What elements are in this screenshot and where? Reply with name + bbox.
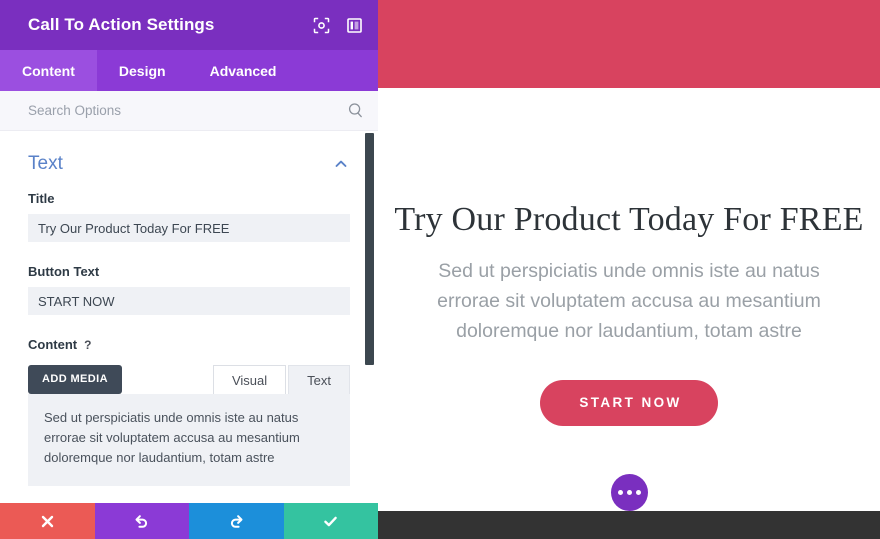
editor-tab-text[interactable]: Text bbox=[288, 365, 350, 394]
add-media-button[interactable]: ADD MEDIA bbox=[28, 365, 122, 394]
button-text-field-label: Button Text bbox=[28, 264, 350, 279]
settings-action-bar bbox=[0, 503, 378, 539]
content-label-text: Content bbox=[28, 337, 78, 352]
save-button[interactable] bbox=[283, 503, 378, 539]
close-icon bbox=[41, 515, 53, 527]
tab-advanced-label: Advanced bbox=[209, 62, 277, 79]
layout-panel-icon[interactable] bbox=[345, 16, 364, 35]
ellipsis-icon bbox=[635, 490, 641, 495]
editor-tab-visual[interactable]: Visual bbox=[212, 365, 287, 394]
fullscreen-icon[interactable] bbox=[312, 16, 331, 35]
settings-scrollbar-thumb[interactable] bbox=[365, 133, 374, 365]
module-options-fab[interactable] bbox=[610, 474, 648, 511]
button-text-label-text: Button Text bbox=[28, 264, 100, 279]
preview-body-text: Sed ut perspiciatis unde omnis iste au n… bbox=[437, 260, 821, 342]
settings-body: Text Title Button Text Content ? bbox=[0, 131, 378, 503]
search-bar bbox=[0, 91, 378, 131]
panel-header: Call To Action Settings bbox=[0, 0, 378, 50]
chevron-up-icon[interactable] bbox=[332, 155, 350, 173]
close-button[interactable] bbox=[0, 503, 95, 539]
content-editor-textarea[interactable]: Sed ut perspiciatis unde omnis iste au n… bbox=[28, 394, 350, 486]
preview-panel: Try Our Product Today For FREE Sed ut pe… bbox=[378, 0, 880, 539]
text-section-header[interactable]: Text bbox=[28, 131, 350, 191]
redo-icon bbox=[230, 514, 243, 528]
page-title: Call To Action Settings bbox=[28, 15, 215, 34]
title-label-text: Title bbox=[28, 191, 55, 206]
search-icon[interactable] bbox=[346, 102, 364, 120]
title-field-label: Title bbox=[28, 191, 350, 206]
check-icon bbox=[324, 516, 338, 526]
ellipsis-icon bbox=[617, 490, 623, 495]
settings-scrollbar[interactable] bbox=[365, 133, 374, 501]
tab-content-label: Content bbox=[22, 62, 75, 79]
undo-icon bbox=[135, 514, 148, 528]
divi-module-settings-screen: Call To Action Settings Content Design A… bbox=[0, 0, 880, 539]
button-text-input[interactable] bbox=[28, 287, 350, 315]
cta-module-preview: Try Our Product Today For FREE Sed ut pe… bbox=[378, 88, 880, 511]
editor-toolbar-row: ADD MEDIA Visual Text bbox=[28, 360, 350, 394]
undo-button[interactable] bbox=[94, 503, 189, 539]
search-input[interactable] bbox=[28, 103, 346, 118]
content-field-block: Content ? ADD MEDIA Visual Text Sed ut p… bbox=[28, 337, 350, 486]
section-title-text: Text bbox=[28, 153, 63, 174]
preview-top-banner bbox=[378, 0, 880, 88]
content-field-label: Content ? bbox=[28, 337, 350, 352]
settings-panel: Call To Action Settings Content Design A… bbox=[0, 0, 378, 539]
header-icon-group bbox=[312, 16, 364, 35]
preview-bottom-bar bbox=[378, 511, 880, 539]
help-icon[interactable]: ? bbox=[84, 339, 91, 351]
preview-cta-button[interactable]: START NOW bbox=[540, 380, 718, 426]
tab-content[interactable]: Content bbox=[0, 50, 97, 91]
title-input[interactable] bbox=[28, 214, 350, 242]
tab-design-label: Design bbox=[118, 62, 166, 79]
editor-mode-tabs: Visual Text bbox=[212, 365, 350, 394]
preview-heading: Try Our Product Today For FREE bbox=[394, 201, 864, 238]
tab-design[interactable]: Design bbox=[97, 50, 188, 91]
ellipsis-icon bbox=[626, 490, 632, 495]
redo-button[interactable] bbox=[189, 503, 284, 539]
tab-advanced[interactable]: Advanced bbox=[188, 50, 299, 91]
settings-tab-bar: Content Design Advanced bbox=[0, 50, 378, 91]
